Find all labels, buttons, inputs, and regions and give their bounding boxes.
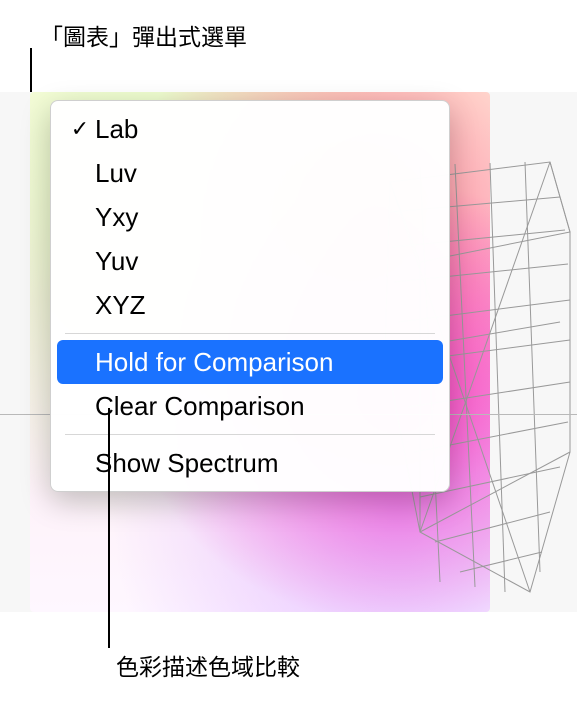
menu-item-clear-comparison[interactable]: Clear Comparison (51, 384, 449, 428)
chart-popup-menu[interactable]: ✓ Lab Luv Yxy Yuv XYZ Hold for Compariso… (50, 100, 450, 492)
menu-item-label: Hold for Comparison (95, 347, 429, 378)
menu-item-label: Clear Comparison (95, 391, 435, 422)
menu-item-show-spectrum[interactable]: Show Spectrum (51, 441, 449, 485)
callout-top-leader (30, 48, 32, 96)
menu-item-xyz[interactable]: XYZ (51, 283, 449, 327)
menu-item-yuv[interactable]: Yuv (51, 239, 449, 283)
menu-item-hold-comparison[interactable]: Hold for Comparison (57, 340, 443, 384)
menu-separator (65, 333, 435, 334)
callout-bottom-label: 色彩描述色域比較 (116, 648, 300, 682)
menu-item-label: XYZ (95, 290, 435, 321)
menu-separator (65, 434, 435, 435)
checkmark-icon: ✓ (65, 116, 95, 142)
menu-item-lab[interactable]: ✓ Lab (51, 107, 449, 151)
menu-item-label: Yuv (95, 246, 435, 277)
menu-item-luv[interactable]: Luv (51, 151, 449, 195)
callout-top-label: 「圖表」彈出式選單 (40, 18, 247, 52)
menu-item-label: Show Spectrum (95, 448, 435, 479)
callout-bottom-leader (108, 408, 110, 648)
menu-item-yxy[interactable]: Yxy (51, 195, 449, 239)
menu-item-label: Lab (95, 114, 435, 145)
menu-item-label: Yxy (95, 202, 435, 233)
menu-item-label: Luv (95, 158, 435, 189)
